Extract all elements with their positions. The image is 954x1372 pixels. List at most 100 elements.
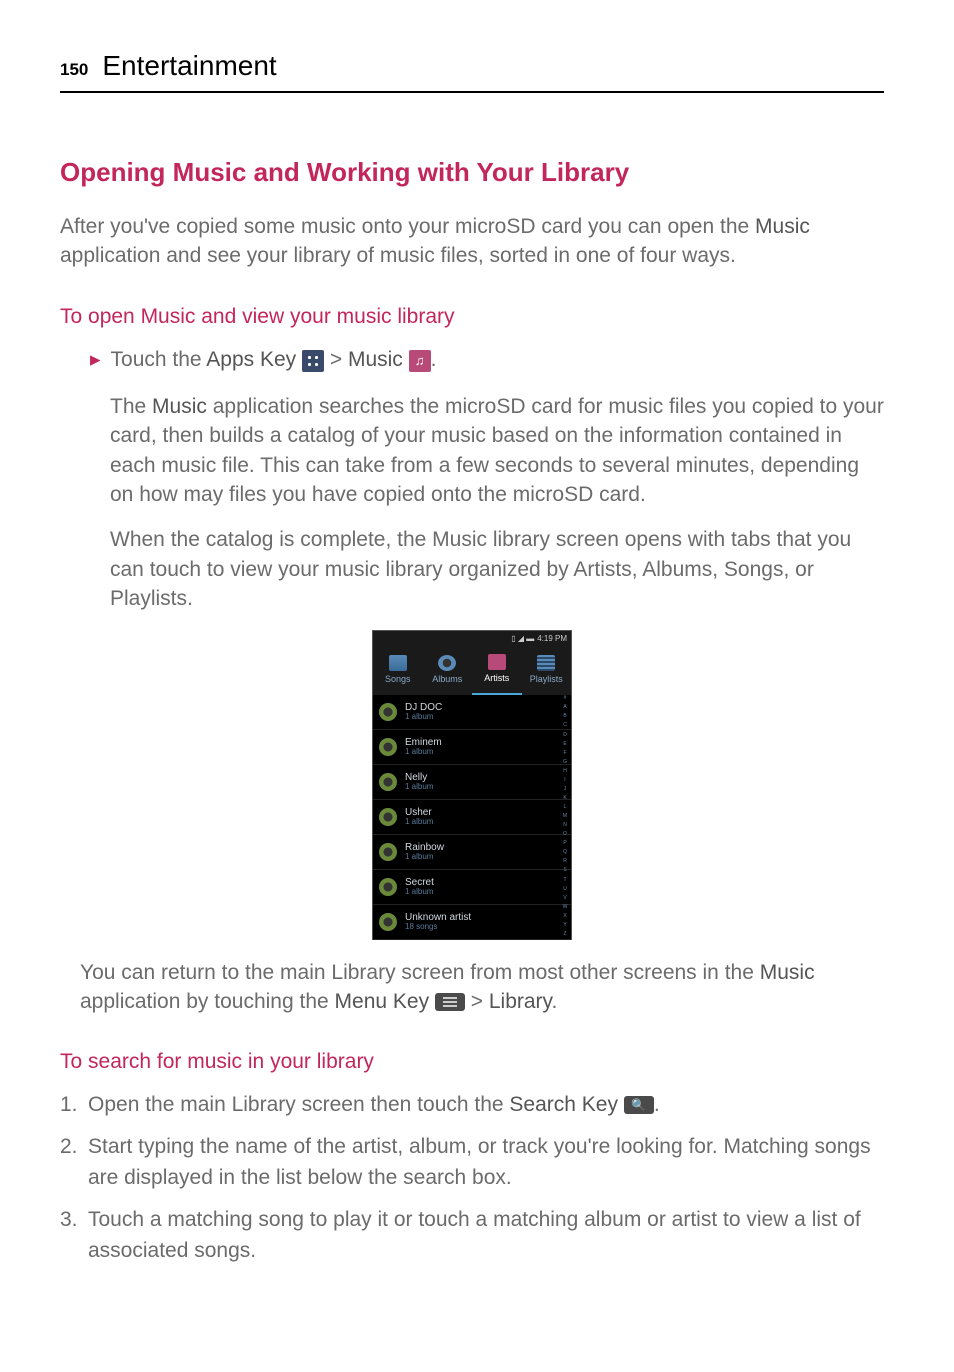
- artist-row[interactable]: Nelly1 album: [373, 765, 571, 800]
- step-1-suffix: .: [654, 1093, 660, 1116]
- subheading-open-music: To open Music and view your music librar…: [60, 301, 884, 333]
- alpha-index[interactable]: #ABCDEFGHIJKLMNOPQRSTUVWXYZ: [561, 695, 569, 940]
- tab-playlists-label: Playlists: [530, 673, 563, 687]
- album-disc-icon: [379, 913, 397, 931]
- alpha-letter[interactable]: J: [561, 786, 569, 794]
- menu-key-icon: [435, 993, 465, 1011]
- artists-icon: [488, 654, 506, 670]
- after-sep: >: [465, 990, 489, 1013]
- paragraph-return-library: You can return to the main Library scree…: [80, 958, 884, 1017]
- step-2-text: Start typing the name of the artist, alb…: [88, 1132, 884, 1193]
- alpha-letter[interactable]: H: [561, 768, 569, 776]
- alpha-letter[interactable]: A: [561, 704, 569, 712]
- artist-sub: 1 album: [405, 783, 433, 792]
- alpha-letter[interactable]: U: [561, 886, 569, 894]
- music-label: Music: [348, 348, 403, 371]
- artist-row[interactable]: Unknown artist18 songs: [373, 905, 571, 940]
- search-key-label: Search Key: [509, 1093, 618, 1116]
- artist-sub: 1 album: [405, 748, 442, 757]
- after-part2: application by touching the: [80, 990, 335, 1013]
- artist-row[interactable]: DJ DOC1 album: [373, 695, 571, 730]
- library-label: Library: [489, 990, 552, 1013]
- alpha-letter[interactable]: P: [561, 840, 569, 848]
- tab-playlists[interactable]: Playlists: [522, 647, 572, 695]
- status-time: 4:19 PM: [537, 633, 567, 645]
- subheading-search-music: To search for music in your library: [60, 1046, 884, 1078]
- artist-sub: 1 album: [405, 713, 442, 722]
- step-3: 3. Touch a matching song to play it or t…: [60, 1205, 884, 1266]
- alpha-letter[interactable]: Q: [561, 849, 569, 857]
- after-suffix: .: [552, 990, 558, 1013]
- alpha-letter[interactable]: R: [561, 858, 569, 866]
- alpha-letter[interactable]: C: [561, 722, 569, 730]
- artist-list: DJ DOC1 albumEminem1 albumNelly1 albumUs…: [373, 695, 571, 940]
- intro-paragraph: After you've copied some music onto your…: [60, 212, 884, 271]
- alpha-letter[interactable]: W: [561, 904, 569, 912]
- alpha-letter[interactable]: X: [561, 913, 569, 921]
- artist-row[interactable]: Eminem1 album: [373, 730, 571, 765]
- alpha-letter[interactable]: O: [561, 831, 569, 839]
- artist-sub: 1 album: [405, 888, 434, 897]
- step-1: 1. Open the main Library screen then tou…: [60, 1090, 884, 1120]
- paragraph-catalog: When the catalog is complete, the Music …: [110, 525, 884, 613]
- alpha-letter[interactable]: Y: [561, 922, 569, 930]
- tab-songs-label: Songs: [385, 673, 411, 687]
- intro-text-2: application and see your library of musi…: [60, 244, 736, 267]
- alpha-letter[interactable]: S: [561, 867, 569, 875]
- triangle-bullet-icon: ▸: [90, 344, 101, 376]
- alpha-letter[interactable]: M: [561, 813, 569, 821]
- artist-sub: 18 songs: [405, 923, 471, 932]
- alpha-letter[interactable]: B: [561, 713, 569, 721]
- artist-name: Unknown artist: [405, 912, 471, 923]
- artist-row[interactable]: Secret1 album: [373, 870, 571, 905]
- intro-text-1: After you've copied some music onto your…: [60, 215, 755, 238]
- tab-artists-label: Artists: [484, 672, 509, 686]
- step-2: 2. Start typing the name of the artist, …: [60, 1132, 884, 1193]
- playlists-icon: [537, 655, 555, 671]
- intro-music-bold: Music: [755, 215, 810, 238]
- alpha-letter[interactable]: #: [561, 695, 569, 703]
- artist-name: Eminem: [405, 737, 442, 748]
- alpha-letter[interactable]: E: [561, 741, 569, 749]
- status-bar: ▯ ◢ ▬ 4:19 PM: [373, 631, 571, 647]
- artist-row[interactable]: Rainbow1 album: [373, 835, 571, 870]
- step-1-text: Open the main Library screen then touch …: [88, 1093, 509, 1116]
- alpha-letter[interactable]: F: [561, 750, 569, 758]
- alpha-letter[interactable]: Z: [561, 931, 569, 939]
- alpha-letter[interactable]: N: [561, 822, 569, 830]
- alpha-letter[interactable]: L: [561, 804, 569, 812]
- step-touch-apps: ▸ Touch the Apps Key > Music ♫.: [90, 344, 884, 376]
- alpha-letter[interactable]: I: [561, 777, 569, 785]
- tab-artists[interactable]: Artists: [472, 647, 522, 695]
- main-heading: Opening Music and Working with Your Libr…: [60, 153, 884, 192]
- apps-key-label: Apps Key: [206, 348, 296, 371]
- tab-albums-label: Albums: [432, 673, 462, 687]
- artist-name: Nelly: [405, 772, 433, 783]
- tab-songs[interactable]: Songs: [373, 647, 423, 695]
- step-3-num: 3.: [60, 1205, 88, 1266]
- album-disc-icon: [379, 738, 397, 756]
- album-disc-icon: [379, 843, 397, 861]
- after-music-bold: Music: [760, 961, 815, 984]
- album-disc-icon: [379, 878, 397, 896]
- album-disc-icon: [379, 773, 397, 791]
- music-library-screenshot: ▯ ◢ ▬ 4:19 PM Songs Albums Artists Playl…: [372, 630, 572, 940]
- music-tabs: Songs Albums Artists Playlists: [373, 647, 571, 695]
- album-disc-icon: [379, 808, 397, 826]
- menu-key-label: Menu Key: [335, 990, 430, 1013]
- alpha-letter[interactable]: G: [561, 759, 569, 767]
- paragraph-search-card: The Music application searches the micro…: [110, 392, 884, 510]
- para1-music-bold: Music: [152, 395, 207, 418]
- artist-sub: 1 album: [405, 853, 444, 862]
- alpha-letter[interactable]: T: [561, 877, 569, 885]
- search-key-icon: 🔍: [624, 1096, 654, 1114]
- tab-albums[interactable]: Albums: [423, 647, 473, 695]
- artist-name: Secret: [405, 877, 434, 888]
- music-app-icon: ♫: [409, 350, 431, 372]
- artist-row[interactable]: Usher1 album: [373, 800, 571, 835]
- apps-key-icon: [302, 350, 324, 372]
- alpha-letter[interactable]: K: [561, 795, 569, 803]
- alpha-letter[interactable]: D: [561, 732, 569, 740]
- page-number: 150: [60, 57, 88, 83]
- alpha-letter[interactable]: V: [561, 895, 569, 903]
